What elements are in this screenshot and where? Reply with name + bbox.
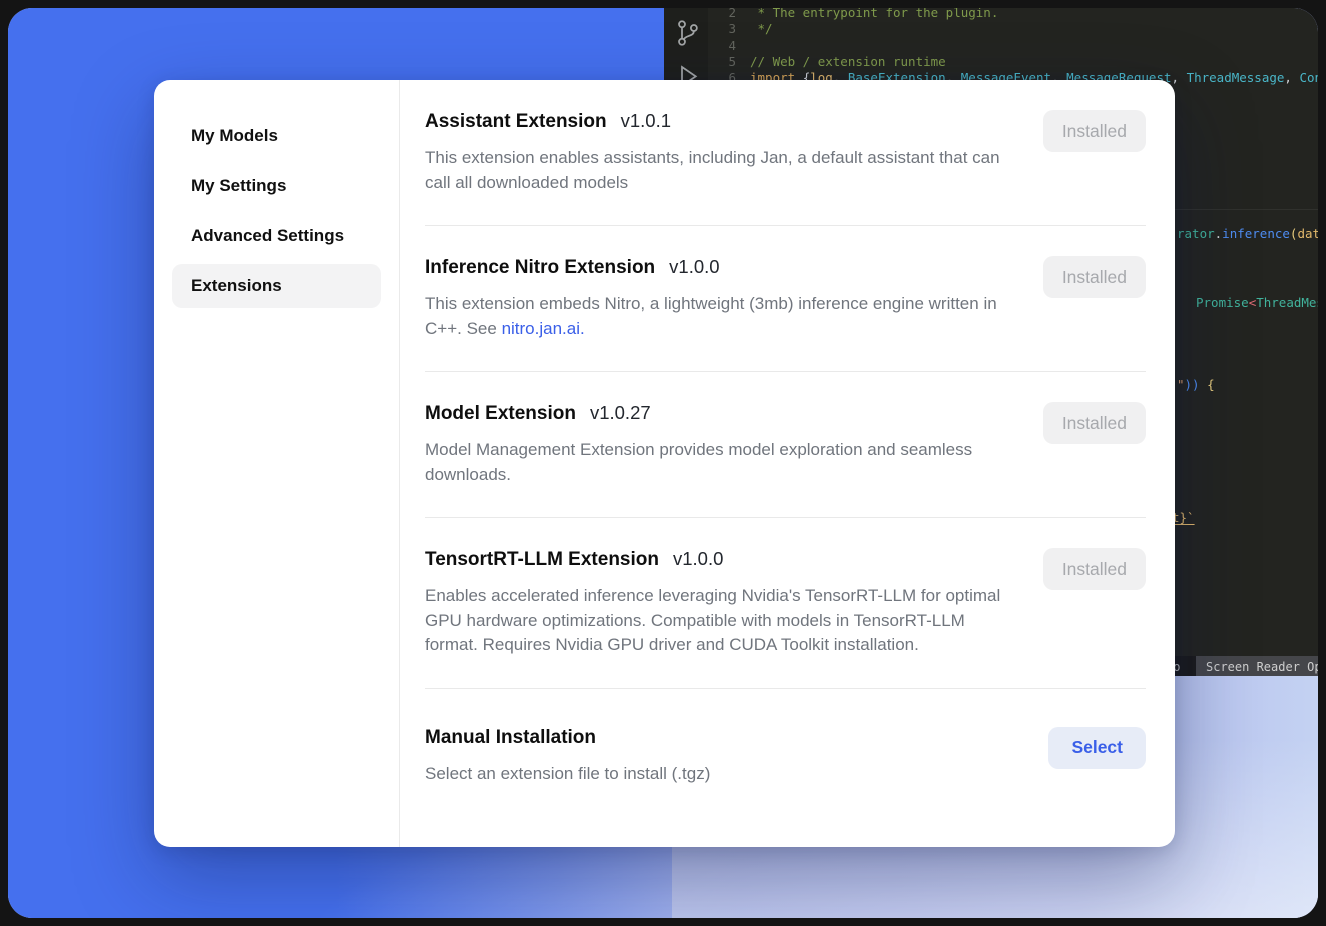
extension-description: This extension enables assistants, inclu…	[425, 146, 1005, 195]
extension-description: Enables accelerated inference leveraging…	[425, 584, 1005, 658]
code-line: 3 */	[664, 21, 1318, 37]
extension-info: Inference Nitro Extension v1.0.0 This exte…	[425, 256, 1005, 341]
extension-name: Model Extension	[425, 403, 576, 425]
extensions-list: Assistant Extension v1.0.1 This extension …	[400, 80, 1175, 847]
code-line: 4	[664, 38, 1318, 54]
nitro-jan-ai-link[interactable]: nitro.jan.ai.	[502, 319, 585, 338]
extension-row: Assistant Extension v1.0.1 This extension …	[425, 80, 1146, 226]
settings-panel: My Models My Settings Advanced Settings Ext…	[154, 80, 1175, 847]
extension-info: Model Extension v1.0.27 Model Management E…	[425, 402, 1005, 487]
select-button[interactable]: Select	[1048, 727, 1146, 769]
code-text: */	[750, 21, 773, 36]
app-window: 2 * The entrypoint for the plugin.3 */45…	[8, 8, 1318, 918]
screenshot-stage: 2 * The entrypoint for the plugin.3 */45…	[0, 0, 1326, 926]
extension-version: v1.0.0	[669, 256, 719, 278]
extension-name: Inference Nitro Extension	[425, 257, 655, 279]
line-number: 3	[706, 21, 736, 37]
sidebar-item-my-models[interactable]: My Models	[172, 114, 381, 158]
code-lines: 2 * The entrypoint for the plugin.3 */45…	[664, 8, 1318, 86]
extension-description: Select an extension file to install (.tg…	[425, 762, 710, 787]
code-token: ContentType	[1299, 70, 1318, 85]
screen-reader-status-item[interactable]: Screen Reader Optimized	[1196, 656, 1318, 678]
line-number: 4	[706, 38, 736, 54]
extension-info: TensortRT-LLM Extension v1.0.0 Enables acc…	[425, 548, 1005, 658]
code-token: ThreadMessage	[1256, 295, 1318, 310]
code-token: "	[1177, 377, 1185, 392]
code-token: data	[1297, 226, 1318, 241]
code-token: * The entrypoint for the plugin.	[750, 8, 998, 20]
code-token: t}`	[1172, 510, 1195, 525]
line-number: 5	[706, 54, 736, 70]
code-line: 5 // Web / extension runtime	[664, 54, 1318, 70]
code-line: 2 * The entrypoint for the plugin.	[664, 8, 1318, 21]
extension-version: v1.0.0	[673, 548, 723, 570]
extension-description: This extension embeds Nitro, a lightweig…	[425, 292, 1005, 341]
extension-row: TensortRT-LLM Extension v1.0.0 Enables acc…	[425, 518, 1146, 689]
code-text: // Web / extension runtime	[750, 54, 946, 69]
code-text: * The entrypoint for the plugin.	[750, 8, 998, 20]
extension-version: v1.0.27	[590, 402, 651, 424]
extension-row: Manual Installation Select an extension f…	[425, 689, 1146, 817]
installed-button[interactable]: Installed	[1043, 110, 1146, 152]
installed-button[interactable]: Installed	[1043, 402, 1146, 444]
extension-row: Model Extension v1.0.27 Model Management E…	[425, 372, 1146, 518]
sidebar-item-advanced-settings[interactable]: Advanced Settings	[172, 214, 381, 258]
code-token: */	[750, 21, 773, 36]
extension-info: Assistant Extension v1.0.1 This extension …	[425, 110, 1005, 195]
code-fragment: ")) {	[1177, 377, 1215, 392]
code-token: ,	[1284, 70, 1299, 85]
extension-name: Assistant Extension	[425, 111, 607, 133]
code-token: // Web / extension runtime	[750, 54, 946, 69]
settings-sidebar: My Models My Settings Advanced Settings Ext…	[154, 80, 400, 847]
code-fragment: rator.inference(data));	[1177, 226, 1318, 241]
installed-button[interactable]: Installed	[1043, 256, 1146, 298]
extension-info: Manual Installation Select an extension f…	[425, 727, 710, 787]
code-token: rator	[1177, 226, 1215, 241]
sidebar-item-extensions[interactable]: Extensions	[172, 264, 381, 308]
code-token: Promise	[1196, 295, 1249, 310]
sidebar-item-my-settings[interactable]: My Settings	[172, 164, 381, 208]
code-token: inference	[1222, 226, 1290, 241]
extension-version: v1.0.1	[621, 110, 671, 132]
extension-row: Inference Nitro Extension v1.0.0 This exte…	[425, 226, 1146, 372]
code-fragment: t}`	[1172, 510, 1195, 525]
code-token: ThreadMessage	[1187, 70, 1285, 85]
code-fragment: Promise<ThreadMessage>	[1196, 295, 1318, 310]
extension-description: Model Management Extension provides mode…	[425, 438, 1005, 487]
installed-button[interactable]: Installed	[1043, 548, 1146, 590]
extension-name: TensortRT-LLM Extension	[425, 549, 659, 571]
line-number: 2	[706, 8, 736, 21]
code-token: {	[1200, 377, 1215, 392]
code-token: ))	[1185, 377, 1200, 392]
extension-name: Manual Installation	[425, 727, 596, 749]
